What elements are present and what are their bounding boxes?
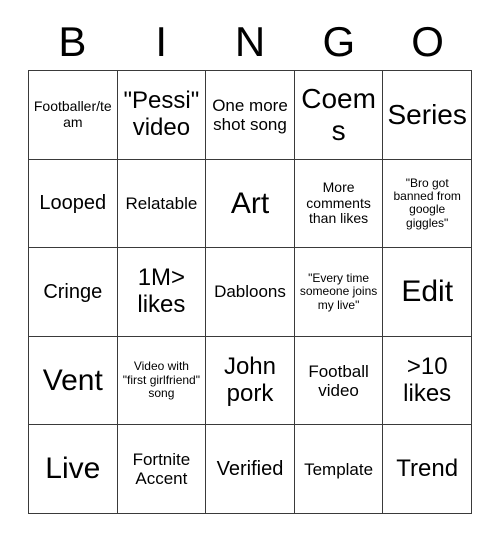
bingo-cell-i1[interactable]: "Pessi" video <box>116 70 207 160</box>
bingo-cell-n1[interactable]: One more shot song <box>205 70 295 160</box>
bingo-row: Looped Relatable Art More comments than … <box>28 158 472 249</box>
bingo-header-letter-n: N <box>234 18 266 65</box>
bingo-header-letter-o: O <box>411 18 444 65</box>
bingo-cell-label: Live <box>45 452 101 486</box>
bingo-cell-g2[interactable]: More comments than likes <box>293 158 384 249</box>
bingo-cell-label: Footballer/team <box>33 98 112 130</box>
bingo-cell-g4[interactable]: Football video <box>293 335 384 426</box>
bingo-cell-label: Video with "first girlfriend" song <box>122 359 200 401</box>
bingo-cell-b4[interactable]: Vent <box>28 335 118 426</box>
bingo-cell-o1[interactable]: Series <box>382 70 472 160</box>
bingo-cell-o3[interactable]: Edit <box>382 247 472 337</box>
bingo-cell-g1[interactable]: Coems <box>293 70 384 160</box>
bingo-cell-label: Verified <box>216 457 284 480</box>
bingo-header-letter-b: B <box>58 18 87 65</box>
bingo-cell-label: Coems <box>301 83 376 146</box>
bingo-cell-i4[interactable]: Video with "first girlfriend" song <box>116 335 207 426</box>
bingo-cell-o2[interactable]: "Bro got banned from google giggles" <box>382 158 472 249</box>
bingo-cell-label: Edit <box>401 275 454 309</box>
bingo-cell-label: Cringe <box>43 280 103 303</box>
bingo-cell-label: >10 likes <box>403 352 452 407</box>
bingo-cell-label: "Every time someone joins my live" <box>299 270 378 312</box>
bingo-cell-n2[interactable]: Art <box>205 158 295 249</box>
bingo-cell-label: Template <box>304 459 374 479</box>
bingo-cell-label: Vent <box>42 363 103 397</box>
bingo-cell-n5[interactable]: Verified <box>205 424 295 514</box>
bingo-cell-i3[interactable]: 1M> likes <box>116 247 207 337</box>
bingo-cell-label: Fortnite Accent <box>132 450 191 489</box>
bingo-cell-b1[interactable]: Footballer/team <box>28 70 118 160</box>
bingo-cell-g5[interactable]: Template <box>293 424 384 514</box>
bingo-cell-label: Football video <box>308 361 369 400</box>
bingo-cell-label: Trend <box>396 454 459 482</box>
bingo-cell-i2[interactable]: Relatable <box>116 158 207 249</box>
bingo-cell-label: 1M> likes <box>137 264 186 318</box>
bingo-cell-label: Series <box>387 99 467 131</box>
bingo-row: Footballer/team "Pessi" video One more s… <box>28 70 472 160</box>
bingo-cell-label: Relatable <box>125 193 198 213</box>
bingo-row: Live Fortnite Accent Verified Template T… <box>28 424 472 514</box>
bingo-card: B I N G O Footballer/team "Pessi" video … <box>28 14 472 514</box>
bingo-cell-label: John pork <box>223 352 276 407</box>
bingo-cell-label: Looped <box>39 192 107 215</box>
bingo-header-letter-g: G <box>322 18 356 65</box>
bingo-cell-b3[interactable]: Cringe <box>28 247 118 337</box>
bingo-grid: Footballer/team "Pessi" video One more s… <box>28 70 472 514</box>
bingo-cell-b2[interactable]: Looped <box>28 158 118 249</box>
bingo-cell-n4[interactable]: John pork <box>205 335 295 426</box>
bingo-cell-label: One more shot song <box>212 95 288 134</box>
bingo-cell-b5[interactable]: Live <box>28 424 118 514</box>
bingo-cell-n3[interactable]: Dabloons <box>205 247 295 337</box>
bingo-cell-label: Art <box>230 186 270 220</box>
bingo-row: Cringe 1M> likes Dabloons "Every time so… <box>28 247 472 337</box>
bingo-cell-label: Dabloons <box>214 282 286 302</box>
bingo-cell-i5[interactable]: Fortnite Accent <box>116 424 207 514</box>
bingo-cell-o4[interactable]: >10 likes <box>382 335 472 426</box>
bingo-cell-g3[interactable]: "Every time someone joins my live" <box>293 247 384 337</box>
bingo-row: Vent Video with "first girlfriend" song … <box>28 335 472 426</box>
bingo-cell-label: More comments than likes <box>306 178 371 227</box>
bingo-cell-label: "Pessi" video <box>123 86 200 141</box>
bingo-cell-o5[interactable]: Trend <box>382 424 472 514</box>
bingo-cell-label: "Bro got banned from google giggles" <box>393 175 461 230</box>
bingo-header-letter-i: I <box>155 18 168 65</box>
bingo-header-letters: B I N G O <box>28 14 472 70</box>
